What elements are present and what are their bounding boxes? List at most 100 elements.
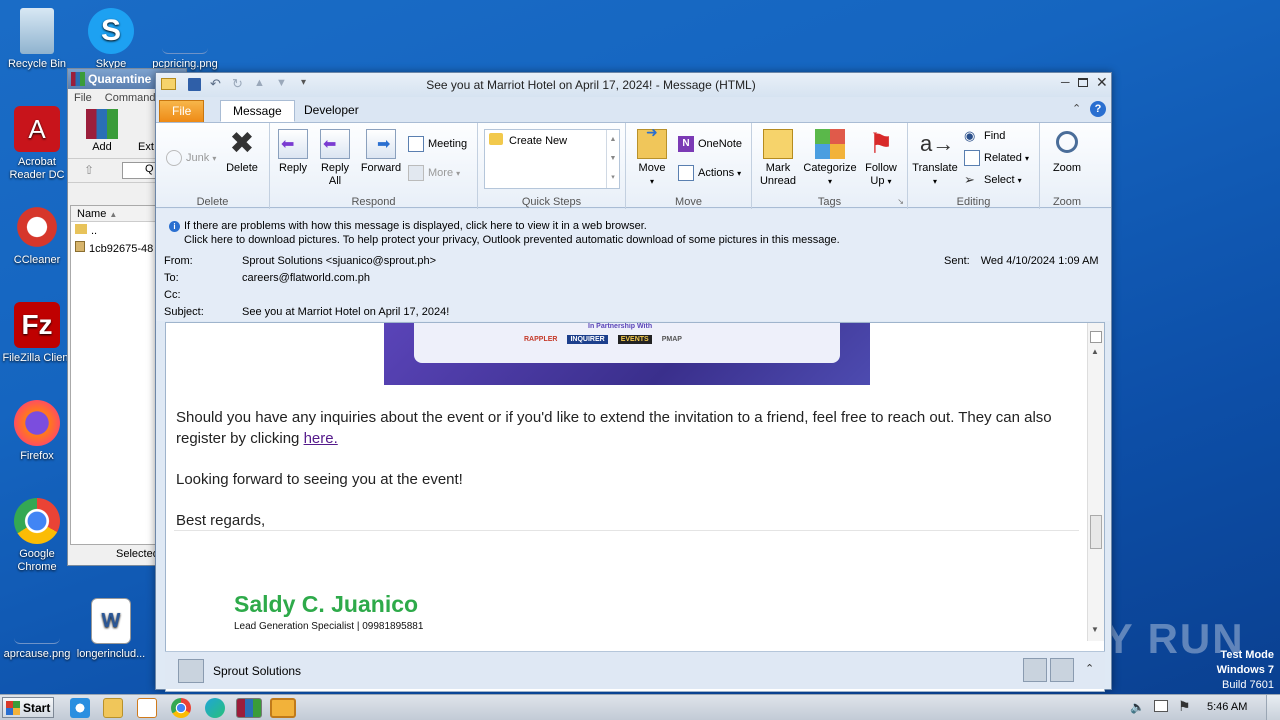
outlook-message-window[interactable]: ↶ ↻ ▲ ▼ ▾ See you at Marriot Hotel on Ap… (155, 72, 1112, 692)
winrar-menu-commands[interactable]: Commands (105, 92, 161, 104)
scroll-up-arrow[interactable]: ▲ (1091, 347, 1099, 356)
infobar[interactable]: i If there are problems with how this me… (156, 209, 1111, 251)
dialog-launcher-icon[interactable]: ↘ (897, 197, 904, 206)
reply-button[interactable]: ⬅ Reply (274, 129, 312, 175)
tab-developer[interactable]: Developer (292, 100, 371, 122)
select-button[interactable]: ➢ Select ▾ (964, 171, 1022, 189)
outlook-titlebar[interactable]: ↶ ↻ ▲ ▼ ▾ See you at Marriot Hotel on Ap… (156, 73, 1111, 97)
window-title: See you at Marriot Hotel on April 17, 20… (426, 78, 756, 92)
meeting-button[interactable]: Meeting (408, 135, 467, 153)
desktop-icon-label: Recycle Bin (7, 58, 67, 70)
winrar-taskbar-icon[interactable] (236, 698, 262, 718)
desktop-icon-firefox[interactable]: Firefox (0, 400, 74, 463)
junk-icon (166, 150, 182, 166)
gallery-scroll[interactable]: ▲ ▼ ▾ (606, 130, 619, 188)
infobar-line-2[interactable]: Click here to download pictures. To help… (184, 233, 1111, 247)
desktop-icon-longerinclud[interactable]: W longerinclud... (74, 598, 148, 661)
forward-icon: ➡ (366, 129, 396, 159)
save-icon[interactable] (188, 78, 201, 91)
desktop-icon-filezilla[interactable]: Fz FileZilla Client (0, 302, 74, 365)
winrar-add-button[interactable]: Add (86, 109, 118, 153)
tab-file[interactable]: File (159, 100, 205, 122)
from-value[interactable]: Sprout Solutions <sjuanico@sprout.ph> (242, 255, 436, 267)
junk-button[interactable]: Junk ▾ (166, 149, 216, 167)
related-button[interactable]: Related ▾ (964, 149, 1029, 167)
message-body[interactable]: In Partnership With RAPPLER INQUIRER EVE… (165, 322, 1105, 692)
subject-row: Subject: See you at Marriot Hotel on Apr… (164, 306, 449, 320)
logo-events: EVENTS (617, 335, 652, 344)
categorize-icon (815, 129, 845, 159)
ribbon-collapse-icon[interactable]: ⌃ (1072, 102, 1081, 115)
minimize-button[interactable]: ─ (1061, 75, 1070, 89)
categorize-button[interactable]: Categorize ▾ (802, 129, 858, 188)
sent-row: Sent: Wed 4/10/2024 1:09 AM (944, 255, 1099, 267)
group-label: Delete (196, 196, 229, 208)
up-arrow-icon[interactable]: ⇧ (84, 163, 94, 177)
outlook-taskbar-icon[interactable] (270, 698, 296, 718)
chrome-taskbar-icon[interactable] (171, 698, 191, 718)
quick-steps-gallery[interactable]: Create New ▲ ▼ ▾ (484, 129, 620, 189)
media-player-icon[interactable] (137, 698, 157, 718)
body-divider (174, 530, 1079, 531)
people-pane-name[interactable]: Sprout Solutions (213, 664, 301, 678)
expand-people-pane-icon[interactable]: ⌃ (1085, 662, 1094, 675)
clock[interactable]: 5:46 AM (1207, 701, 1247, 713)
redo-icon[interactable]: ↻ (232, 76, 243, 92)
find-button[interactable]: ◉ Find (964, 127, 1005, 145)
translate-button[interactable]: a→ Translate ▾ (910, 129, 960, 188)
scroll-down-arrow[interactable]: ▼ (1091, 625, 1099, 634)
desktop-icon-pcpricing[interactable]: pcpricing.png (148, 8, 222, 71)
event-banner-image: In Partnership With RAPPLER INQUIRER EVE… (384, 323, 870, 385)
desktop-icon-acrobat[interactable]: A Acrobat Reader DC (0, 106, 74, 182)
winrar-extract-button[interactable]: Ext (138, 141, 154, 153)
reply-all-button[interactable]: ⬅ Reply All (316, 129, 354, 188)
vertical-scrollbar[interactable]: ▲ ▼ (1087, 323, 1104, 641)
close-button[interactable]: ✕ (1096, 74, 1108, 91)
winrar-menu-file[interactable]: File (74, 92, 92, 104)
desktop-icon-chrome[interactable]: Google Chrome (0, 498, 74, 574)
action-center-flag-icon[interactable]: ⚑ (1178, 698, 1191, 715)
image-file-icon (14, 598, 60, 644)
onenote-button[interactable]: N OneNote (678, 135, 742, 153)
help-icon[interactable]: ? (1090, 101, 1106, 117)
mark-unread-button[interactable]: Mark Unread (756, 129, 800, 188)
delete-button[interactable]: ✖ Delete (222, 129, 262, 175)
forward-button[interactable]: ➡ Forward (358, 129, 404, 175)
desktop-icon-aprcause[interactable]: aprcause.png (0, 598, 74, 661)
create-new-quick-step[interactable]: Create New (489, 132, 567, 150)
contact-avatar-icon (178, 659, 204, 683)
signature-title: Lead Generation Specialist | 09981895881 (234, 621, 424, 632)
zoom-button[interactable]: Zoom (1046, 129, 1088, 175)
people-pane[interactable]: Sprout Solutions ⌃ (165, 651, 1105, 689)
group-editing: a→ Translate ▾ ◉ Find Related ▾ ➢ Select ▾ … (908, 123, 1040, 209)
signature-name: Saldy C. Juanico (234, 591, 419, 617)
desktop-icon-skype[interactable]: S Skype (74, 8, 148, 71)
desktop-icon-recycle-bin[interactable]: Recycle Bin (0, 8, 74, 71)
desktop-icon-ccleaner[interactable]: CCleaner (0, 204, 74, 267)
edge-icon[interactable] (205, 698, 225, 718)
network-icon[interactable] (1154, 700, 1168, 712)
cc-label: Cc: (164, 289, 181, 301)
people-pane-toggle-icon[interactable] (1090, 331, 1102, 343)
next-item-icon[interactable]: ▼ (276, 77, 287, 89)
cursor-icon: ➢ (964, 172, 975, 187)
undo-icon[interactable]: ↶ (210, 76, 221, 92)
to-value[interactable]: careers@flatworld.com.ph (242, 272, 370, 284)
maximize-button[interactable] (1078, 78, 1088, 87)
tab-message[interactable]: Message (220, 100, 295, 122)
follow-up-button[interactable]: ⚑ Follow Up ▾ (860, 129, 902, 188)
skype-icon: S (88, 8, 134, 54)
move-button[interactable]: ➜ Move ▾ (632, 125, 672, 188)
start-button[interactable]: Start (2, 697, 54, 718)
register-link[interactable]: here. (304, 430, 338, 447)
explorer-icon[interactable] (103, 698, 123, 718)
meeting-icon (408, 136, 424, 152)
scroll-thumb[interactable] (1090, 515, 1102, 549)
more-button[interactable]: More ▾ (408, 164, 460, 182)
previous-item-icon[interactable]: ▲ (254, 77, 265, 89)
show-desktop-button[interactable] (1266, 695, 1280, 720)
ie-icon[interactable] (70, 698, 90, 718)
volume-icon[interactable]: 🔈 (1130, 700, 1145, 714)
infobar-line-1[interactable]: If there are problems with how this mess… (184, 219, 1111, 233)
actions-button[interactable]: Actions ▾ (678, 164, 741, 182)
